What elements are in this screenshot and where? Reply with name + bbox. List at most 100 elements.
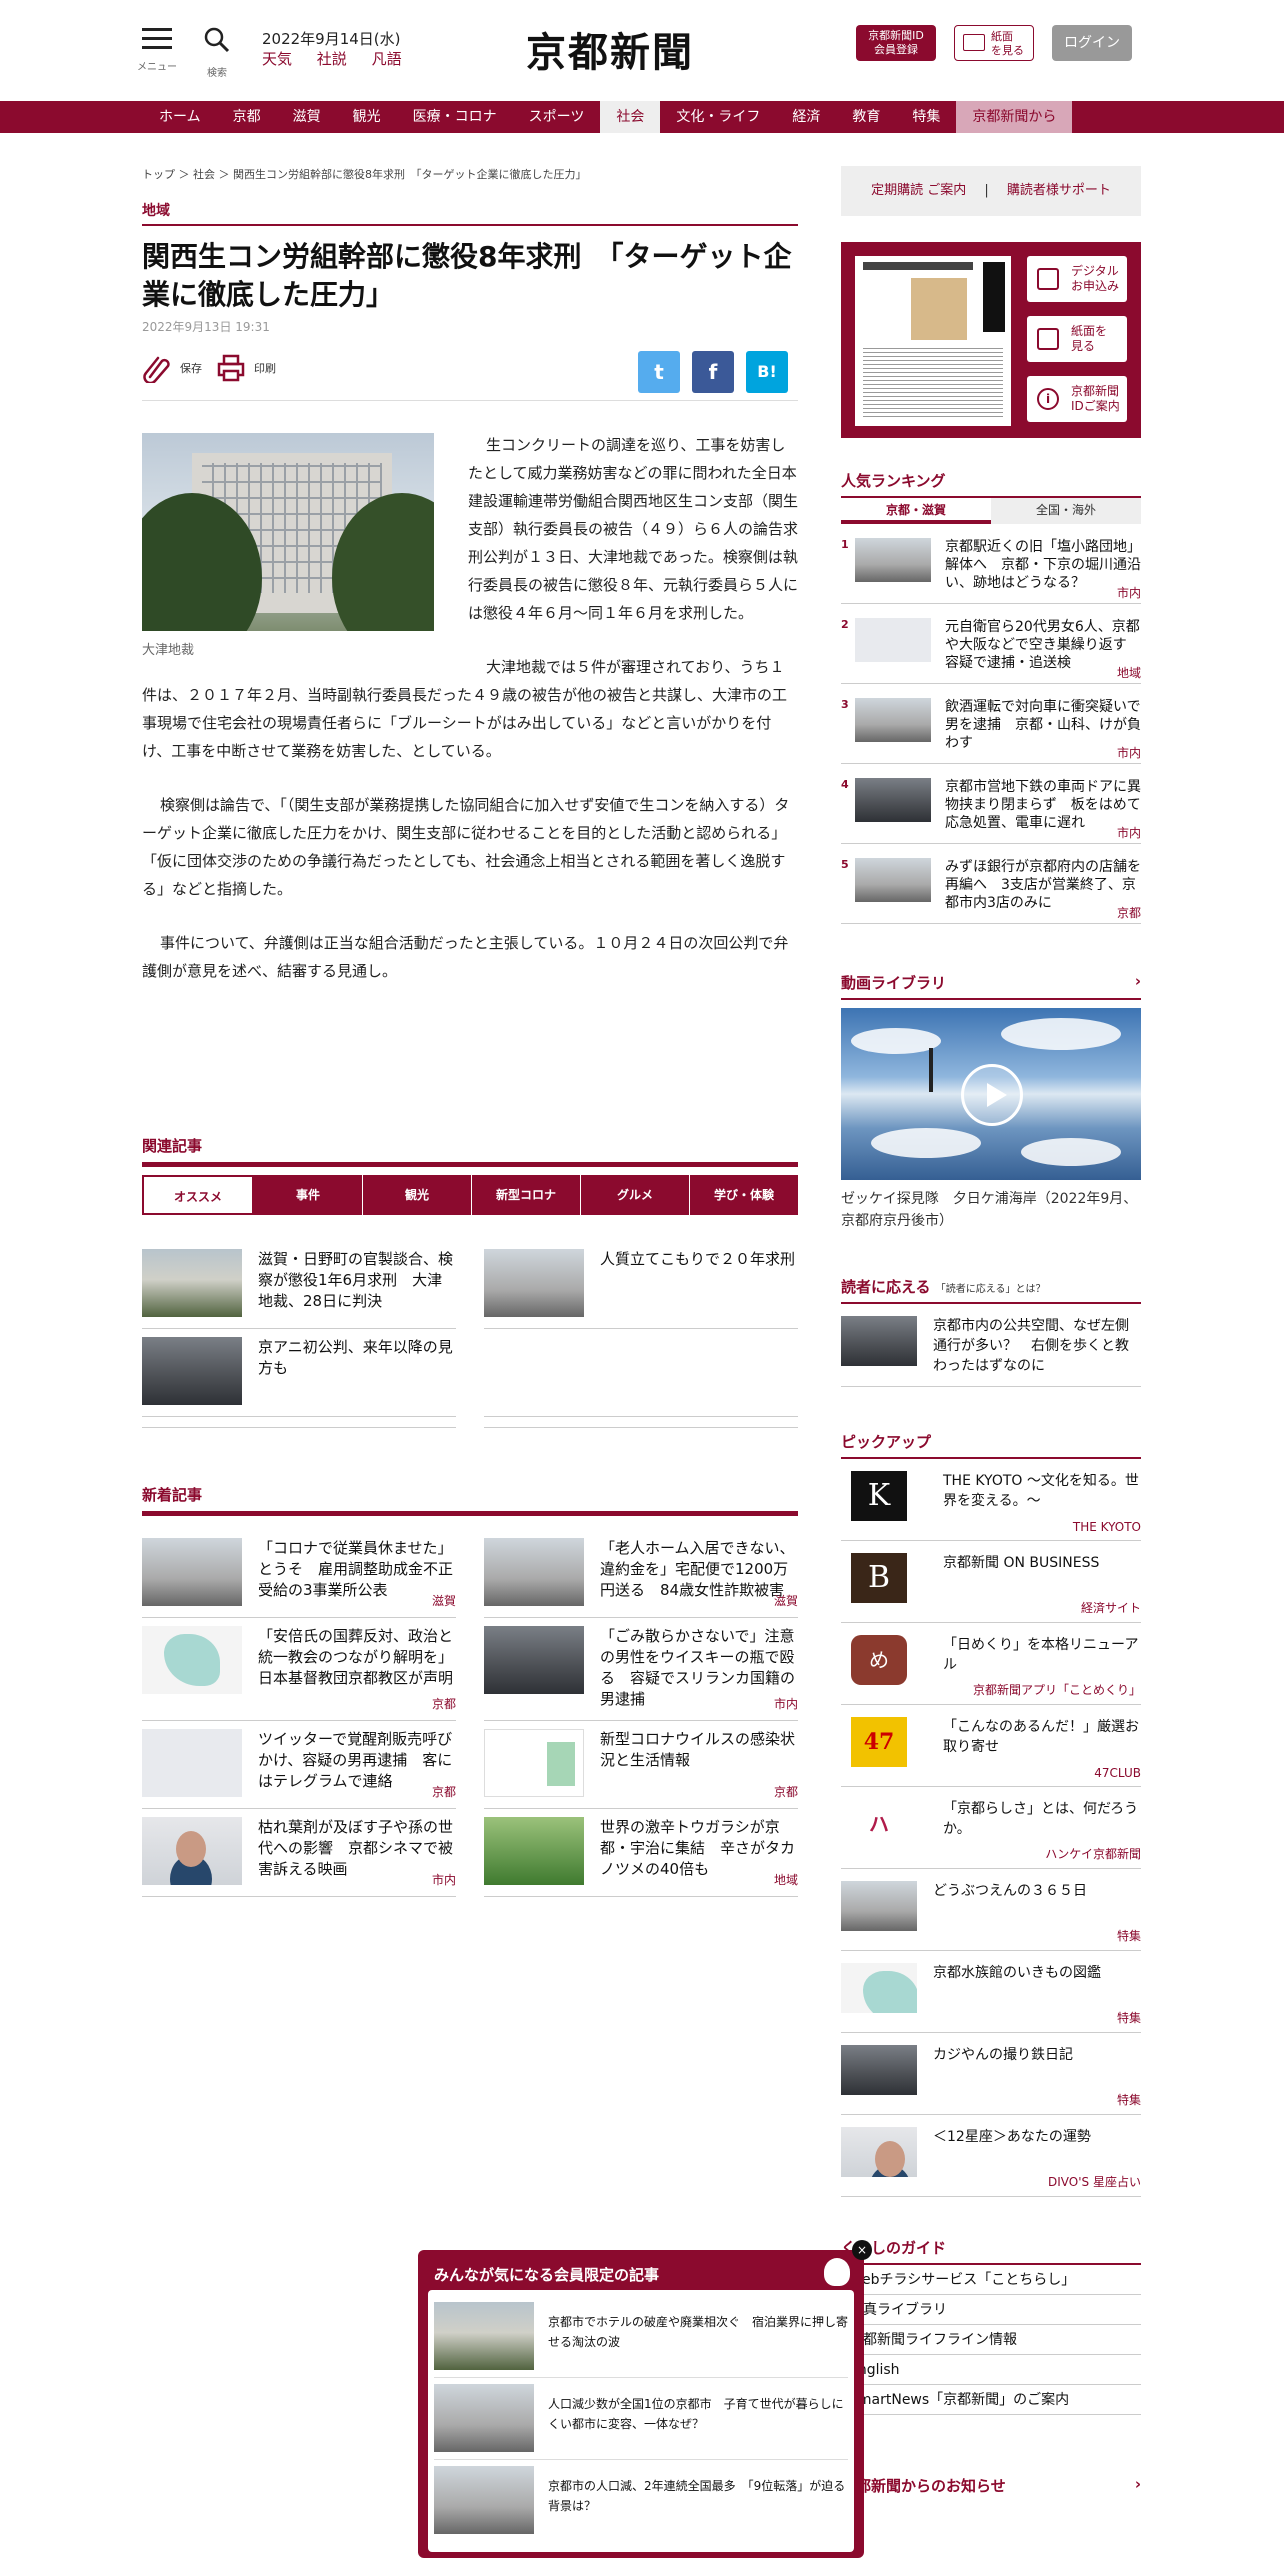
related-section: 関連記事 オススメ 事件 観光 新型コロナ グルメ 学び・体験 滋賀・日野町の官… (142, 1135, 798, 1428)
list-item[interactable]: ツイッターで覚醒剤販売呼びかけ、容疑の男再逮捕 客にはテレグラムで連絡 京都 (142, 1721, 456, 1809)
pickup-item[interactable]: ＜12星座＞あなたの運勢 DIVO'S 星座占い (841, 2115, 1141, 2197)
twitter-share-button[interactable]: t (638, 351, 680, 393)
list-item[interactable]: 「コロナで従業員休ませた」とうそ 雇用調整助成金不正受給の3事業所公表 滋賀 (142, 1530, 456, 1618)
nav-society[interactable]: 社会 (600, 101, 661, 133)
nav-sports[interactable]: スポーツ (513, 101, 601, 133)
hatena-icon: B! (757, 362, 777, 381)
item-title: 京都市内の公共空間、なぜ左側通行が多い？ 右側を歩くと教わったはずなのに (933, 1318, 1129, 1374)
list-item[interactable]: 「ごみ散らかさないで」注意の男性をウイスキーの瓶で殴る 容疑でスリランカ国籍の男… (484, 1618, 798, 1721)
facebook-share-button[interactable]: f (692, 351, 734, 393)
item-area: 京都 (431, 1785, 456, 1799)
pickup-item[interactable]: B 京都新聞 ON BUSINESS 経済サイト (841, 1541, 1141, 1623)
save-button[interactable]: 保存 (142, 353, 202, 383)
close-icon[interactable]: × (852, 2240, 872, 2260)
list-item[interactable]: 京アニ初公判、来年以降の見方も (142, 1329, 456, 1417)
list-item[interactable]: 滋賀・日野町の官製談合、検察が懲役1年6月求刑 大津地裁、28日に判決 (142, 1241, 456, 1329)
nav-culture[interactable]: 文化・ライフ (660, 101, 776, 133)
nav-shiga[interactable]: 滋賀 (277, 101, 337, 133)
tab-gourmet[interactable]: グルメ (581, 1175, 690, 1215)
btn-label: お申込み (1071, 279, 1120, 293)
list-item[interactable]: 世界の激辛トウガラシが京都・宇治に集結 辛さがタカノツメの40倍も 地域 (484, 1809, 798, 1897)
id-guide-button[interactable]: i 京都新聞 IDご案内 (1027, 376, 1127, 422)
ranking-item[interactable]: 4 京都市営地下鉄の車両ドアに異物挟まり閉まらず 板をはめて応急処置、電車に遅れ市… (841, 764, 1141, 844)
list-item[interactable]: 枯れ葉剤が及ぼす子や孫の世代への影響 京都シネマで被害訴える映画 市内 (142, 1809, 456, 1897)
list-item[interactable]: 京都市でホテルの破産や廃業相次ぐ 宿泊業界に押し寄せる淘汰の波 (434, 2296, 848, 2378)
list-item[interactable]: 人質立てこもりで２０年求刑 (484, 1241, 798, 1329)
login-button[interactable]: ログイン (1052, 25, 1132, 61)
guide-item[interactable]: Webチラシサービス「ことちらし」 (841, 2265, 1141, 2295)
item-area: 市内 (431, 1873, 456, 1887)
pickup-item[interactable]: ハ「京都らしさ」とは、何だろうか。 ハンケイ京都新聞 (841, 1787, 1141, 1869)
link-editorial[interactable]: 社説 (317, 50, 347, 68)
print-button[interactable]: 印刷 (216, 353, 276, 383)
article-thumbnail (434, 2384, 534, 2452)
nav-economy[interactable]: 経済 (776, 101, 836, 133)
pickup-item[interactable]: め「日めくり」を本格リニューアル 京都新聞アプリ「ことめくり」 (841, 1623, 1141, 1705)
guide-item[interactable]: SmartNews「京都新聞」のご案内 (841, 2385, 1141, 2415)
reader-support-link[interactable]: 購読者様サポート (1007, 183, 1111, 198)
subscription-box: 定期購読 ご案内 | 購読者様サポート (841, 166, 1141, 216)
view-paper-label-1: 紙面 (991, 30, 1013, 43)
article-paragraph: 検察側は論告で、「（関生支部が業務提携した協同組合に加入せず安値で生コンを納入す… (142, 796, 790, 898)
tab-corona[interactable]: 新型コロナ (472, 1175, 581, 1215)
subscribe-link[interactable]: 定期購読 ご案内 (871, 183, 966, 198)
video-player[interactable] (841, 1008, 1141, 1180)
ranking-item[interactable]: 2 元自衛官ら20代男女6人、京都や大阪などで空き巣繰り返す 容疑で逮捕・追送検地… (841, 604, 1141, 684)
ranking-item[interactable]: 5 みずほ銀行が京都府内の店舗を再編へ 3支店が営業終了、京都市内3店のみに 京都 (841, 844, 1141, 924)
list-item[interactable]: 人口減少数が全国1位の京都市 子育て世代が暮らしにくい都市に変容、一体なぜ？ (434, 2378, 848, 2460)
play-icon[interactable] (961, 1064, 1023, 1126)
pickup-item[interactable]: K THE KYOTO ～文化を知る。世界を変える。～ THE KYOTO (841, 1459, 1141, 1541)
menu-button[interactable]: メニュー (137, 28, 177, 73)
tab-learning[interactable]: 学び・体験 (690, 1175, 798, 1215)
list-item[interactable]: 「安倍氏の国葬反対、政治と統一教会のつながり解明を」 日本基督教団京都教区が声明… (142, 1618, 461, 1721)
list-item[interactable]: 「老人ホーム入居できない、違約金を」宅配便で1200万円送る 84歳女性詐欺被害… (484, 1530, 798, 1618)
item-title: 京都水族館のいきもの図鑑 (933, 1965, 1101, 1981)
tab-tourism[interactable]: 観光 (363, 1175, 472, 1215)
newspaper-preview[interactable] (855, 256, 1011, 426)
search-button[interactable]: 検索 (200, 26, 234, 79)
nav-education[interactable]: 教育 (836, 101, 896, 133)
article-photo[interactable]: 大津地裁 (142, 433, 438, 665)
tab-national[interactable]: 全国・海外 (991, 496, 1141, 524)
nav-home[interactable]: ホーム (143, 101, 217, 133)
nav-medical[interactable]: 医療・コロナ (397, 101, 513, 133)
article-thumbnail (855, 858, 931, 902)
reader-about-link[interactable]: 「読者に応える」とは？ (936, 1284, 1046, 1295)
digital-apply-button[interactable]: デジタル お申込み (1027, 256, 1127, 302)
pickup-item[interactable]: 47 「こんなのあるんだ！」厳選お取り寄せ 47CLUB (841, 1705, 1141, 1787)
item-area: 地域 (773, 1873, 798, 1887)
chevron-right-icon[interactable]: › (1135, 972, 1141, 990)
list-item[interactable]: 京都市の人口減、2年連続全国最多 「9位転落」が迫る背景は？ (434, 2460, 848, 2542)
view-paper-button[interactable]: 紙面 を見る (954, 25, 1034, 61)
guide-item[interactable]: English (841, 2355, 1141, 2385)
list-item[interactable]: 新型コロナウイルスの感染状況と生活情報 京都 (484, 1721, 798, 1809)
nav-kyoto[interactable]: 京都 (217, 101, 277, 133)
nav-features[interactable]: 特集 (896, 101, 956, 133)
link-bongo[interactable]: 凡語 (372, 50, 402, 68)
pickup-item[interactable]: どうぶつえんの３６５日 特集 (841, 1869, 1141, 1951)
ranking-item[interactable]: 3 飲酒運転で対向車に衝突疑いで男を逮捕 京都・山科、けが負わす 市内 (841, 684, 1141, 764)
hatena-share-button[interactable]: B! (746, 351, 788, 393)
tab-kyoto-shiga[interactable]: 京都・滋賀 (841, 496, 991, 524)
link-weather[interactable]: 天気 (262, 50, 292, 68)
tab-recommended[interactable]: オススメ (142, 1175, 254, 1215)
pickup-item[interactable]: カジやんの撮り鉄日記 特集 (841, 2033, 1141, 2115)
video-caption[interactable]: ゼッケイ探見隊 夕日ケ浦海岸（2022年9月、京都府京丹後市） (841, 1188, 1141, 1232)
site-logo[interactable]: 京都新聞 (500, 20, 720, 78)
ranking-item[interactable]: 1 京都駅近くの旧「塩小路団地」解体へ 京都・下京の堀川通沿い、跡地はどうなる？市… (841, 524, 1141, 604)
item-title: 京都駅近くの旧「塩小路団地」解体へ 京都・下京の堀川通沿い、跡地はどうなる？ (945, 539, 1141, 591)
item-title: カジやんの撮り鉄日記 (933, 2047, 1073, 2063)
nav-from-kyoto-np[interactable]: 京都新聞から (956, 101, 1073, 133)
article-category[interactable]: 地域 (142, 200, 798, 226)
id-register-button[interactable]: 京都新聞ID 会員登録 (856, 25, 936, 61)
nav-tourism[interactable]: 観光 (337, 101, 397, 133)
tab-incident[interactable]: 事件 (254, 1175, 363, 1215)
pickup-item[interactable]: 京都水族館のいきもの図鑑 特集 (841, 1951, 1141, 2033)
view-paper-side-button[interactable]: 紙面を 見る (1027, 316, 1127, 362)
guide-item[interactable]: 写真ライブラリ (841, 2295, 1141, 2325)
reader-item[interactable]: 京都市内の公共空間、なぜ左側通行が多い？ 右側を歩くと教わったはずなのに (841, 1304, 1141, 1387)
breadcrumb[interactable]: トップ ＞ 社会 ＞ 関西生コン労組幹部に懲役8年求刑 「ターゲット企業に徹底し… (142, 166, 798, 182)
guide-item[interactable]: 京都新聞ライフライン情報 (841, 2325, 1141, 2355)
chevron-right-icon[interactable]: › (1135, 2475, 1141, 2493)
item-area: 京都 (1116, 906, 1141, 920)
